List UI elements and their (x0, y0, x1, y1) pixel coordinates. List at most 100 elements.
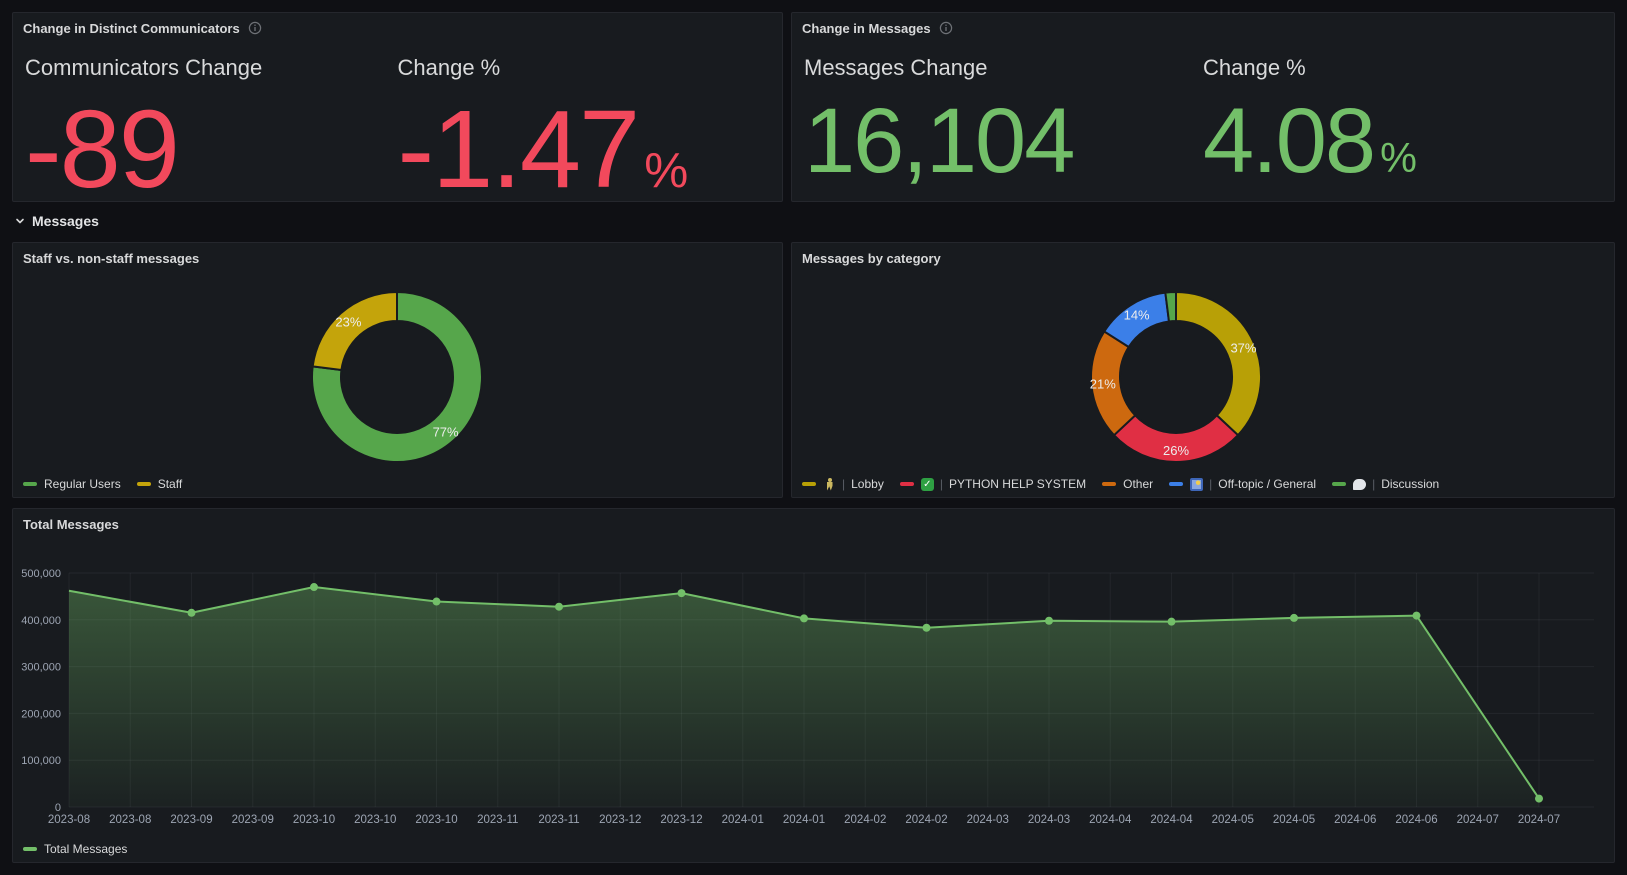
discussion-emoji-icon (1353, 479, 1366, 490)
panel-total-messages: Total Messages 0100,000200,000300,000400… (12, 508, 1615, 863)
data-point (1535, 795, 1543, 803)
legend-divider: | (1209, 477, 1212, 491)
panel-messages-by-category: Messages by category 37%26%21%14% |Lobby… (791, 242, 1615, 498)
pie-slice-value-label: 21% (1090, 376, 1116, 391)
info-icon[interactable] (248, 21, 262, 35)
stat-value: 16,104 (804, 95, 1203, 187)
legend-item-staff[interactable]: Staff (137, 477, 182, 491)
panel-title[interactable]: Change in Messages (802, 21, 931, 36)
data-point (800, 614, 808, 622)
legend-series-dash (1332, 482, 1346, 486)
stat-value: -89 (25, 95, 398, 205)
x-tick-label: 2024-01 (783, 814, 825, 826)
x-tick-label: 2024-04 (1150, 814, 1193, 826)
x-tick-label: 2023-08 (48, 814, 90, 826)
x-tick-label: 2023-11 (477, 814, 518, 826)
stat-messages-change-pct: Change % 4.08% (1203, 51, 1602, 187)
x-tick-label: 2024-02 (905, 814, 947, 826)
x-tick-label: 2023-08 (109, 814, 151, 826)
data-point (1290, 614, 1298, 622)
legend-item-total-messages[interactable]: Total Messages (23, 842, 127, 856)
category-pie-chart[interactable]: 37%26%21%14% (1046, 279, 1306, 475)
legend-divider: | (940, 477, 943, 491)
legend-item-regular-users[interactable]: Regular Users (23, 477, 121, 491)
stat-messages-change: Messages Change 16,104 (804, 51, 1203, 187)
legend-series-dash (23, 482, 37, 486)
panel-title[interactable]: Change in Distinct Communicators (23, 21, 240, 36)
legend-series-dash (23, 847, 37, 851)
legend-series-dash (1102, 482, 1116, 486)
data-point (923, 624, 931, 632)
x-tick-label: 2023-10 (415, 814, 457, 826)
stat-value: 4.08% (1203, 95, 1602, 187)
x-tick-label: 2024-01 (722, 814, 764, 826)
staff-pie-chart[interactable]: 77% 23% (267, 279, 527, 475)
x-tick-label: 2023-10 (354, 814, 396, 826)
x-tick-label: 2024-05 (1273, 814, 1315, 826)
stat-number: 4.08 (1203, 95, 1374, 187)
stat-suffix: % (1380, 138, 1417, 179)
stat-label: Change % (398, 55, 771, 81)
x-tick-label: 2024-07 (1457, 814, 1499, 826)
info-icon[interactable] (939, 21, 953, 35)
panel-title[interactable]: Staff vs. non-staff messages (23, 251, 199, 266)
x-tick-label: 2024-07 (1518, 814, 1560, 826)
total-messages-legend: Total Messages (23, 842, 127, 856)
off-topic-general-emoji-icon (1190, 478, 1203, 491)
row-header-messages[interactable]: Messages (14, 213, 99, 229)
pie-slice-staff[interactable] (313, 292, 397, 370)
x-tick-label: 2024-06 (1395, 814, 1437, 826)
pie-slice-lobby[interactable] (1176, 292, 1261, 435)
stat-suffix: % (644, 146, 688, 196)
y-tick-label: 500,000 (21, 568, 61, 580)
legend-divider: | (842, 477, 845, 491)
panel-title[interactable]: Total Messages (23, 517, 119, 532)
x-tick-label: 2024-04 (1089, 814, 1132, 826)
data-point (555, 603, 563, 611)
legend-series-dash (1169, 482, 1183, 486)
pie-slice-value-label: 26% (1163, 443, 1189, 458)
y-tick-label: 200,000 (21, 708, 61, 720)
x-tick-label: 2024-06 (1334, 814, 1376, 826)
panel-header: Change in Distinct Communicators (13, 13, 782, 43)
stat-value: -1.47% (398, 95, 771, 205)
legend-item-python-help-system[interactable]: ✓ | PYTHON HELP SYSTEM (900, 477, 1086, 491)
panel-title[interactable]: Messages by category (802, 251, 941, 266)
legend-divider: | (1372, 477, 1375, 491)
pie-slice-value-label: 14% (1124, 307, 1150, 322)
y-tick-label: 400,000 (21, 615, 61, 627)
y-tick-label: 300,000 (21, 662, 61, 674)
staff-pie-legend: Regular Users Staff (23, 477, 182, 491)
python-help-system-emoji-icon: ✓ (921, 478, 934, 491)
lobby-emoji-icon (823, 478, 836, 491)
x-tick-label: 2024-03 (967, 814, 1009, 826)
category-pie-legend: |Lobby ✓ | PYTHON HELP SYSTEM Other |Off-topi… (802, 477, 1439, 491)
panel-staff-vs-nonstaff: Staff vs. non-staff messages 77% 23% Regu… (12, 242, 783, 498)
legend-series-dash (900, 482, 914, 486)
x-tick-label: 2024-03 (1028, 814, 1070, 826)
legend-item-lobby[interactable]: |Lobby (802, 477, 884, 491)
stat-label: Communicators Change (25, 55, 398, 81)
x-tick-label: 2024-02 (844, 814, 886, 826)
pie-slice-value-label: 77% (433, 425, 459, 440)
panel-header: Messages by category (792, 243, 1614, 273)
legend-item-other[interactable]: Other (1102, 477, 1153, 491)
x-tick-label: 2023-09 (170, 814, 212, 826)
x-tick-label: 2024-05 (1212, 814, 1254, 826)
data-point (1168, 618, 1176, 626)
total-messages-chart[interactable]: 0100,000200,000300,000400,000500,0002023… (13, 545, 1608, 841)
panel-change-distinct-communicators: Change in Distinct Communicators Communi… (12, 12, 783, 202)
x-tick-label: 2023-10 (293, 814, 335, 826)
stat-number: -89 (25, 95, 178, 205)
legend-item-off-topic-general[interactable]: |Off-topic / General (1169, 477, 1316, 491)
stat-label: Change % (1203, 55, 1602, 81)
legend-label: Regular Users (44, 477, 121, 491)
x-tick-label: 2023-12 (660, 814, 702, 826)
pie-slice-value-label: 23% (335, 314, 361, 329)
y-tick-label: 0 (55, 802, 61, 814)
legend-label: PYTHON HELP SYSTEM (949, 477, 1086, 491)
data-point (433, 598, 441, 606)
x-tick-label: 2023-11 (538, 814, 579, 826)
data-point (188, 609, 196, 617)
legend-item-discussion[interactable]: |Discussion (1332, 477, 1439, 491)
